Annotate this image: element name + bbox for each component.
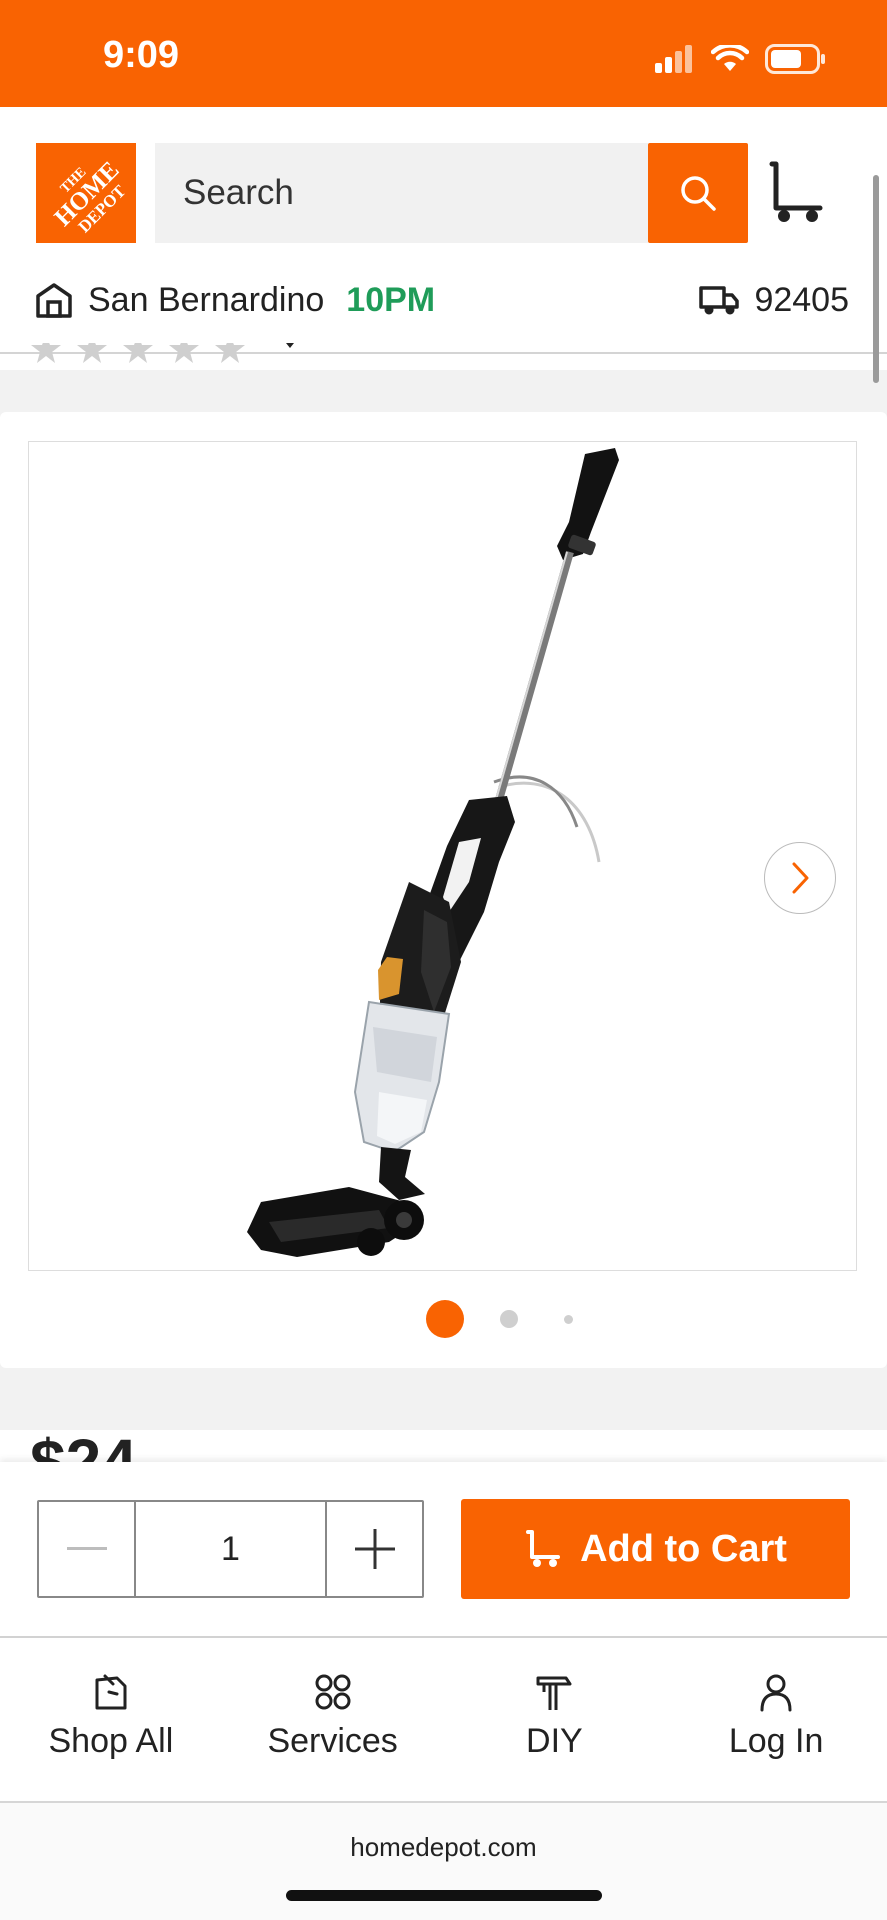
home-depot-logo[interactable]: THE HOME DEPOT xyxy=(36,143,136,243)
star-icon xyxy=(31,343,61,363)
quantity-value[interactable]: 1 xyxy=(136,1502,325,1596)
product-image[interactable] xyxy=(28,441,857,1271)
cart-icon xyxy=(526,1530,561,1567)
diy-icon xyxy=(536,1676,572,1710)
rating-stars[interactable] xyxy=(30,343,298,367)
star-icon xyxy=(123,343,153,363)
increase-quantity-button[interactable] xyxy=(325,1502,422,1596)
tab-log-in[interactable]: Log In xyxy=(665,1638,887,1802)
signal-icon xyxy=(655,45,692,73)
scrollbar[interactable] xyxy=(873,175,879,383)
delivery-zip-selector[interactable]: 92405 xyxy=(698,276,849,324)
quantity-stepper: 1 xyxy=(37,1500,424,1598)
bottom-tab-bar: Shop All Services DIY Log In xyxy=(0,1638,887,1802)
tab-services-label: Services xyxy=(267,1722,398,1760)
search-button[interactable] xyxy=(648,143,748,243)
services-icon xyxy=(315,1674,351,1710)
store-selector[interactable]: San Bernardino 10PM xyxy=(34,276,435,324)
price-text: $24 xyxy=(30,1430,137,1462)
vacuum-image xyxy=(247,448,619,1257)
delivery-zip: 92405 xyxy=(754,280,849,319)
tab-log-in-label: Log In xyxy=(728,1722,824,1760)
chevron-right-icon xyxy=(792,862,809,894)
tab-shop-all[interactable]: Shop All xyxy=(0,1638,222,1802)
chevron-down-icon xyxy=(286,343,294,348)
plus-icon xyxy=(354,1529,395,1569)
star-icon xyxy=(169,343,199,363)
next-image-button[interactable] xyxy=(764,842,836,914)
user-icon xyxy=(760,1674,792,1712)
wifi-icon xyxy=(711,45,749,71)
price-section: $24 xyxy=(0,1430,887,1462)
tab-diy-label: DIY xyxy=(526,1722,583,1760)
tab-diy[interactable]: DIY xyxy=(444,1638,666,1802)
cart-icon xyxy=(769,161,823,222)
shop-all-icon xyxy=(95,1674,127,1710)
carousel-dot[interactable] xyxy=(500,1310,518,1328)
cart-button[interactable] xyxy=(764,158,834,228)
tab-shop-all-label: Shop All xyxy=(48,1722,174,1760)
carousel-dot-active[interactable] xyxy=(426,1300,464,1338)
star-icon xyxy=(215,343,245,363)
add-to-cart-button[interactable]: Add to Cart xyxy=(461,1499,850,1599)
search-input[interactable] xyxy=(155,143,648,243)
carousel-dot[interactable] xyxy=(564,1315,573,1324)
store-hours: 10PM xyxy=(346,280,436,319)
add-to-cart-label: Add to Cart xyxy=(580,1527,787,1570)
battery-icon xyxy=(765,44,825,74)
url-text[interactable]: homedepot.com xyxy=(0,1832,887,1863)
search-box xyxy=(155,143,648,243)
store-icon xyxy=(36,283,72,318)
minus-icon xyxy=(66,1547,107,1550)
search-icon xyxy=(681,176,716,211)
status-icons xyxy=(655,44,827,74)
home-indicator[interactable] xyxy=(286,1890,602,1901)
star-icon xyxy=(77,343,107,363)
decrease-quantity-button[interactable] xyxy=(39,1502,136,1596)
store-name: San Bernardino xyxy=(88,280,325,319)
status-time: 9:09 xyxy=(103,34,180,76)
delivery-truck-icon xyxy=(699,286,740,315)
tab-services[interactable]: Services xyxy=(222,1638,444,1802)
